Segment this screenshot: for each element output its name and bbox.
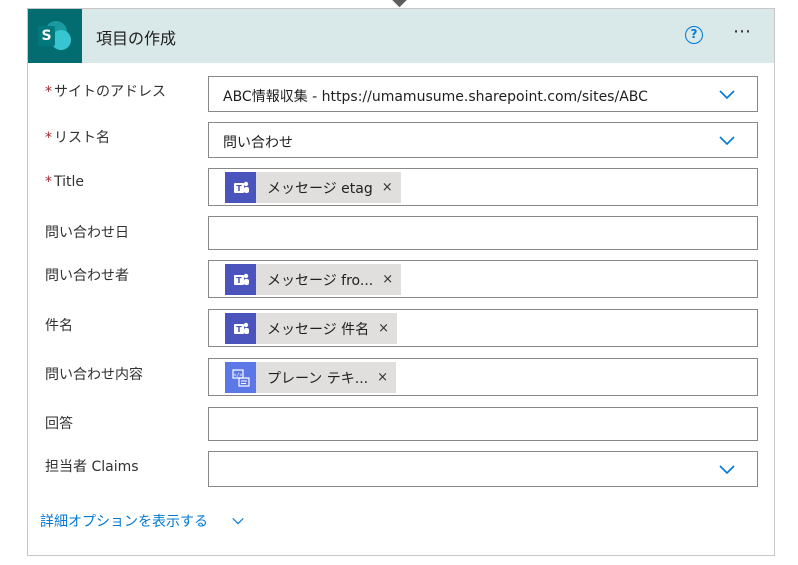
remove-token-icon[interactable]: × (368, 370, 396, 385)
chevron-down-icon (719, 136, 735, 146)
remove-token-icon[interactable]: × (373, 272, 401, 287)
list-name-label: * リスト名 (45, 130, 110, 146)
dynamic-content-token[interactable]: T メッセージ etag × (225, 172, 401, 203)
inquirer-label: 問い合わせ者 (45, 268, 129, 284)
teams-icon: T (225, 313, 256, 344)
svg-text:T: T (236, 276, 242, 285)
remove-token-icon[interactable]: × (373, 180, 401, 195)
token-label: プレーン テキ... (267, 370, 369, 387)
list-name-value: 問い合わせ (223, 135, 293, 151)
remove-token-icon[interactable]: × (369, 321, 397, 336)
site-address-label: * サイトのアドレス (45, 84, 166, 100)
token-label: メッセージ 件名 (267, 321, 370, 338)
required-mark: * (45, 174, 52, 190)
inquiry-content-field[interactable]: </> プレーン テキ... × (208, 358, 758, 396)
html-to-text-icon: </> (225, 362, 256, 393)
token-label: メッセージ fro... (267, 272, 374, 289)
svg-text:T: T (236, 184, 242, 193)
teams-icon: T (225, 264, 256, 295)
list-name-dropdown[interactable]: 問い合わせ (208, 122, 758, 158)
subject-field[interactable]: T メッセージ 件名 × (208, 309, 758, 347)
inquiry-date-input[interactable] (208, 216, 758, 250)
dynamic-content-token[interactable]: T メッセージ fro... × (225, 264, 402, 295)
chevron-down-icon[interactable] (231, 514, 245, 528)
subject-label: 件名 (45, 318, 73, 334)
required-mark: * (45, 84, 52, 100)
teams-icon: T (225, 172, 256, 203)
dynamic-content-token[interactable]: T メッセージ 件名 × (225, 313, 398, 344)
owner-claims-label: 担当者 Claims (45, 459, 139, 475)
inquiry-content-label: 問い合わせ内容 (45, 367, 143, 383)
site-address-dropdown[interactable]: ABC情報収集 - https://umamusume.sharepoint.c… (208, 76, 758, 112)
create-item-action-card: S 項目の作成 ? ⋯ * サイトのアドレス ABC情報収集 - https://… (27, 8, 775, 556)
token-label: メッセージ etag (267, 180, 373, 197)
title-field[interactable]: T メッセージ etag × (208, 168, 758, 206)
chevron-down-icon (719, 90, 735, 100)
answer-label: 回答 (45, 416, 73, 432)
more-options-icon[interactable]: ⋯ (733, 21, 753, 42)
site-address-value: ABC情報収集 - https://umamusume.sharepoint.c… (223, 89, 648, 105)
answer-input[interactable] (208, 407, 758, 441)
card-header[interactable]: S 項目の作成 ? ⋯ (28, 9, 774, 63)
help-icon[interactable]: ? (685, 26, 703, 44)
dynamic-content-token[interactable]: </> プレーン テキ... × (225, 362, 397, 393)
title-label: * Title (45, 174, 85, 190)
chevron-down-icon (719, 465, 735, 475)
inquiry-date-label: 問い合わせ日 (45, 225, 129, 241)
sharepoint-logo-icon: S (28, 9, 82, 63)
inquirer-field[interactable]: T メッセージ fro... × (208, 260, 758, 298)
required-mark: * (45, 130, 52, 146)
owner-claims-dropdown[interactable] (208, 451, 758, 487)
show-advanced-options-link[interactable]: 詳細オプションを表示する (40, 511, 208, 531)
connector-arrow (391, 0, 408, 8)
action-title: 項目の作成 (96, 29, 177, 48)
svg-text:T: T (236, 325, 242, 334)
